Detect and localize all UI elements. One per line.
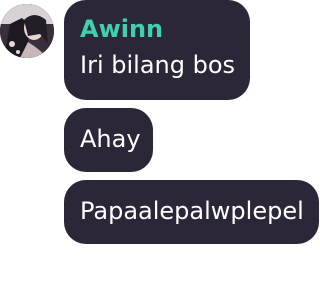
message-bubble[interactable]: Ahay: [64, 108, 153, 172]
message-text: Iri bilang bos: [80, 51, 236, 79]
sender-name[interactable]: Awinn: [80, 14, 250, 44]
message-text: Ahay: [80, 125, 141, 153]
message-bubble[interactable]: Papaalepalwplepel: [64, 180, 319, 244]
avatar[interactable]: [0, 4, 54, 58]
chat-message-group: Awinn Iri bilang bos Ahay Papaalepalwple…: [0, 0, 320, 297]
message-text: Papaalepalwplepel: [80, 197, 304, 225]
user-avatar-icon: [0, 4, 54, 58]
message-bubble[interactable]: Awinn Iri bilang bos: [64, 0, 250, 100]
